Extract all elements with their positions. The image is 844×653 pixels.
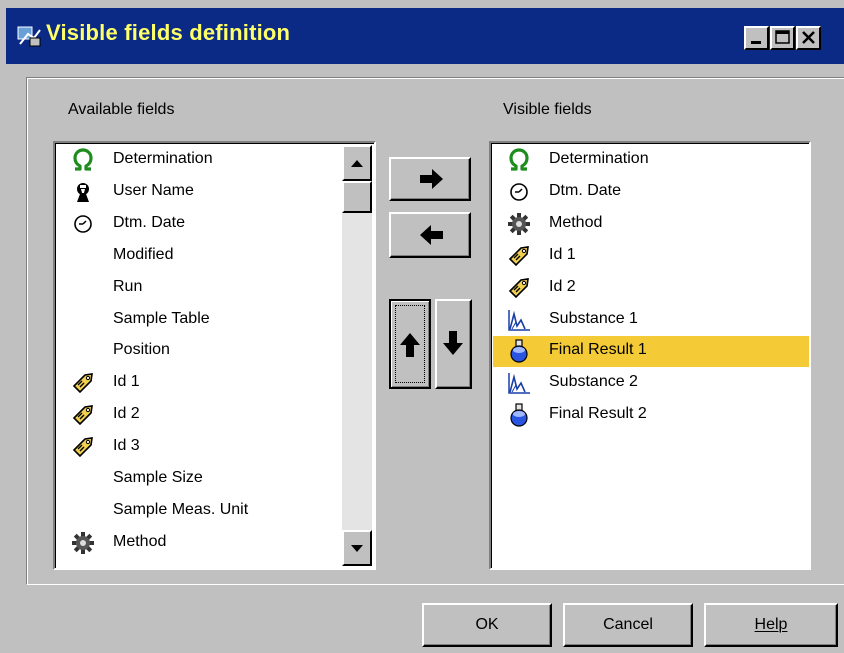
maximize-icon [775, 30, 790, 44]
list-item[interactable]: Method [57, 528, 341, 559]
tag-icon [507, 276, 531, 300]
available-fields-caption: Available fields [68, 101, 175, 118]
move-up-button[interactable] [389, 299, 431, 389]
cancel-button[interactable]: Cancel [563, 603, 693, 647]
omega-icon [507, 148, 531, 172]
visible-fields-caption: Visible fields [503, 101, 592, 118]
arrow-left-icon [420, 225, 443, 245]
list-item[interactable]: Method [493, 209, 809, 240]
arrow-right-icon [420, 169, 443, 189]
list-item[interactable]: Final Result 1 [493, 336, 809, 368]
list-item-label: Final Result 1 [549, 341, 647, 359]
tag-icon [71, 403, 95, 427]
list-item-label: User Name [113, 181, 194, 199]
clock-icon [507, 180, 531, 204]
scroll-thumb[interactable] [342, 181, 372, 213]
arrow-down-icon [443, 331, 463, 355]
flask-icon [507, 403, 531, 427]
list-item-label: Sample Size [113, 469, 203, 486]
list-item[interactable]: Id 1 [57, 368, 341, 399]
list-item-label: Id 2 [549, 277, 576, 295]
list-item-label: Substance 1 [549, 309, 638, 327]
list-item[interactable]: Position [57, 336, 341, 367]
list-item-label: Final Result 2 [549, 405, 647, 423]
list-item-label: Substance 2 [549, 373, 638, 391]
arrow-up-icon [351, 160, 363, 167]
maximize-button[interactable] [770, 26, 795, 50]
gear-icon [507, 212, 531, 236]
list-item-label: Dtm. Date [549, 181, 622, 199]
omega-icon [71, 148, 95, 172]
peak-chart-icon [507, 371, 531, 395]
list-item[interactable]: Sample Table [57, 305, 341, 336]
scroll-up-button[interactable] [342, 145, 372, 181]
arrow-up-icon [400, 333, 420, 357]
help-label: Help [754, 616, 788, 633]
close-button[interactable] [796, 26, 821, 50]
scrollbar[interactable] [342, 145, 372, 566]
dialog-window: Visible fields definition Available fiel… [0, 0, 844, 653]
tag-icon [71, 435, 95, 459]
list-item[interactable]: Id 3 [57, 432, 341, 463]
user-icon [71, 180, 95, 204]
list-item[interactable]: Id 2 [493, 273, 809, 304]
list-item-label: Run [113, 277, 143, 295]
minimize-button[interactable] [744, 26, 769, 50]
list-item[interactable]: Dtm. Date [493, 177, 809, 208]
list-item-label: Determination [113, 150, 213, 167]
ok-button[interactable]: OK [422, 603, 552, 647]
list-item[interactable]: Modified [57, 241, 341, 272]
list-item-label: Method [113, 532, 167, 550]
list-item-label: Id 3 [113, 437, 140, 455]
remove-field-button[interactable] [389, 212, 471, 258]
tag-icon [507, 244, 531, 268]
list-item-label: Id 1 [549, 245, 576, 263]
visible-fields-list[interactable]: Determination Dtm. Date Method Id 1 Id 2 Subs… [489, 141, 811, 570]
list-item-label: Id 1 [113, 373, 140, 391]
close-icon [802, 31, 815, 44]
list-item[interactable]: Final Result 2 [493, 400, 809, 431]
add-field-button[interactable] [389, 157, 471, 201]
title-bar[interactable]: Visible fields definition [6, 8, 844, 64]
list-item-label: Dtm. Date [113, 213, 186, 231]
list-item[interactable]: Substance 1 [493, 305, 809, 336]
minimize-icon [751, 41, 761, 44]
gear-icon [71, 531, 95, 555]
list-item[interactable]: Dtm. Date [57, 209, 341, 240]
list-item[interactable]: Determination [493, 145, 809, 176]
list-item-label: Modified [113, 245, 174, 263]
list-item-label: Determination [549, 150, 649, 167]
list-item[interactable]: Run [57, 273, 341, 304]
list-item-label: Sample Meas. Unit [113, 500, 249, 518]
list-item-label: Method [549, 213, 603, 231]
list-item[interactable]: Id 1 [493, 241, 809, 272]
list-item[interactable]: Sample Meas. Unit [57, 496, 341, 527]
list-item[interactable]: User Name [57, 177, 341, 208]
list-item[interactable]: Sample Size [57, 464, 341, 495]
flask-icon [507, 339, 531, 363]
tag-icon [71, 371, 95, 395]
peak-chart-icon [507, 308, 531, 332]
list-item-label: Sample Table [113, 309, 210, 327]
app-icon [16, 24, 42, 48]
move-down-button[interactable] [435, 299, 472, 389]
arrow-down-icon [351, 545, 363, 552]
help-button[interactable]: Help [704, 603, 838, 647]
clock-icon [71, 212, 95, 236]
list-item[interactable]: Id 2 [57, 400, 341, 431]
scroll-down-button[interactable] [342, 530, 372, 566]
list-item-label: Id 2 [113, 405, 140, 423]
list-item-label: Position [113, 341, 170, 359]
window-title: Visible fields definition [46, 20, 291, 45]
list-item[interactable]: Determination [57, 145, 341, 176]
available-fields-list[interactable]: Determination User Name Dtm. Date Modified R… [53, 141, 376, 570]
list-item[interactable]: Substance 2 [493, 368, 809, 399]
